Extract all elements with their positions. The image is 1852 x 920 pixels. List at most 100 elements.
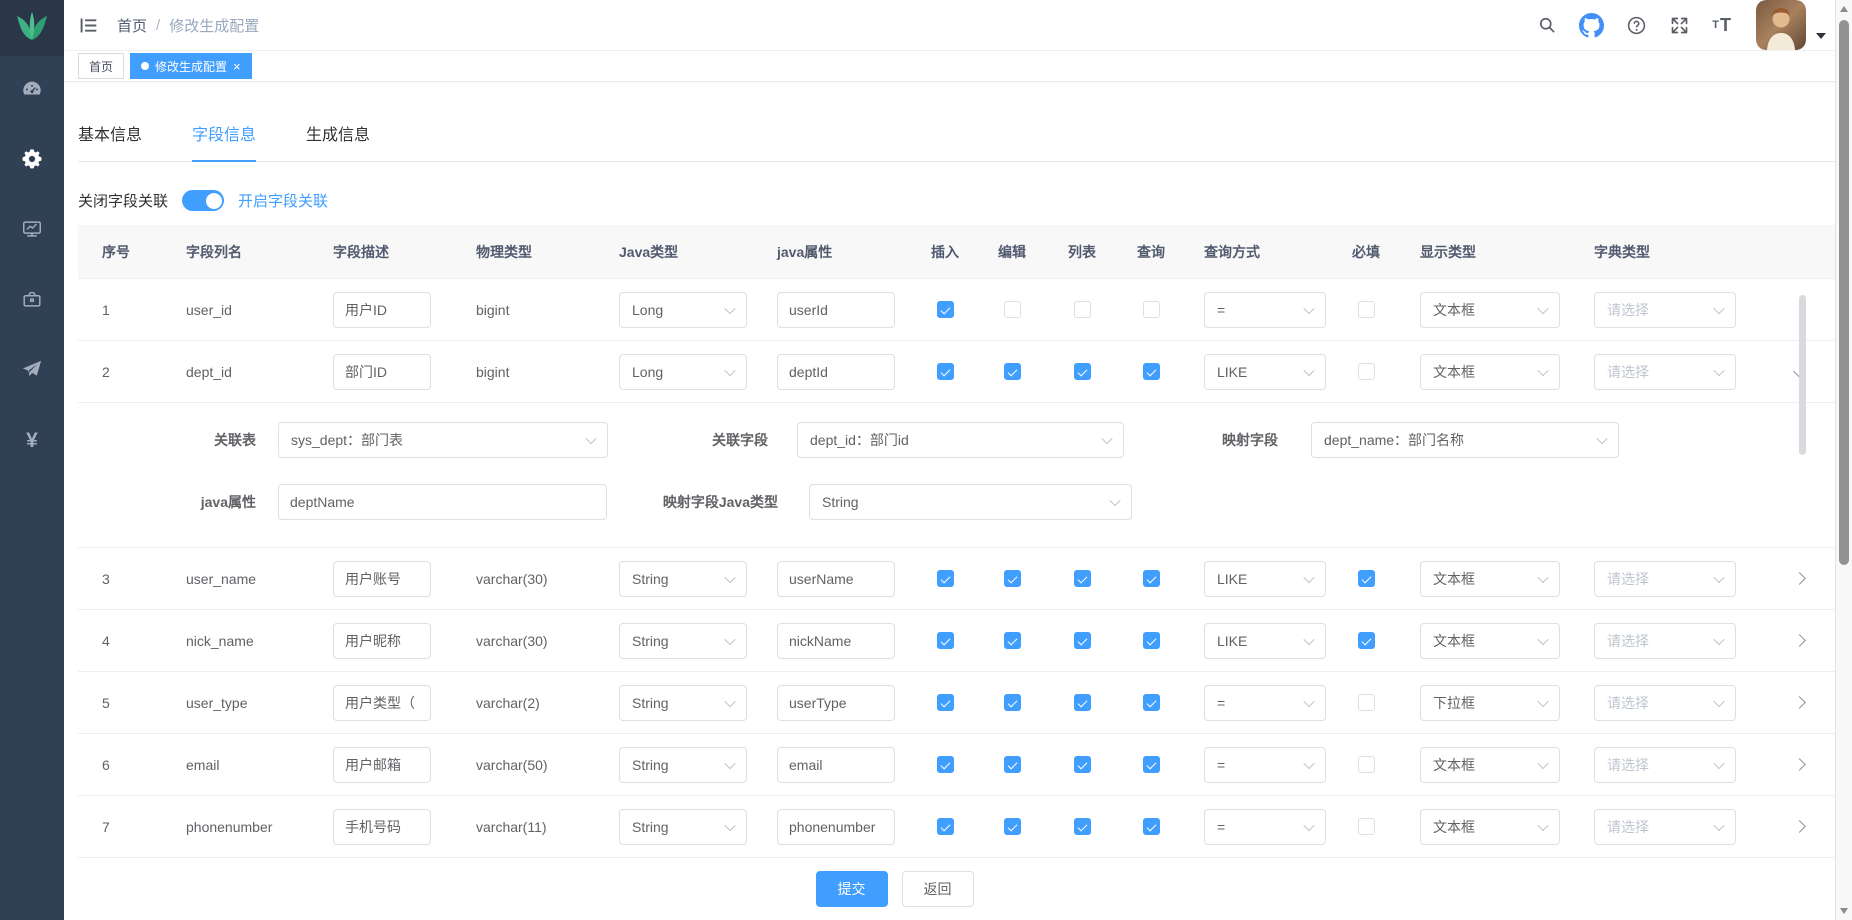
font-size-icon[interactable]: TT (1712, 15, 1732, 36)
required-checkbox[interactable] (1358, 363, 1375, 380)
dict-type-select[interactable]: 请选择 (1594, 354, 1736, 390)
edit-checkbox[interactable] (1004, 818, 1021, 835)
back-button[interactable]: 返回 (902, 871, 974, 907)
java-type-select[interactable]: String (619, 747, 747, 783)
java-type-select[interactable]: String (619, 809, 747, 845)
dict-type-select[interactable]: 请选择 (1594, 747, 1736, 783)
page-scrollbar[interactable] (1835, 0, 1852, 920)
expand-row-icon[interactable] (1793, 696, 1806, 709)
expand-row-icon[interactable] (1793, 820, 1806, 833)
table-scrollbar[interactable] (1799, 295, 1806, 455)
page-scrollbar-thumb[interactable] (1839, 20, 1849, 565)
java-type-select[interactable]: Long (619, 292, 747, 328)
scroll-up-arrow-icon[interactable] (1840, 6, 1848, 12)
insert-checkbox[interactable] (937, 756, 954, 773)
query-mode-select[interactable]: = (1204, 685, 1326, 721)
insert-checkbox[interactable] (937, 694, 954, 711)
query-checkbox[interactable] (1143, 818, 1160, 835)
query-checkbox[interactable] (1143, 363, 1160, 380)
query-mode-select[interactable]: LIKE (1204, 623, 1326, 659)
dict-type-select[interactable]: 请选择 (1594, 623, 1736, 659)
insert-checkbox[interactable] (937, 632, 954, 649)
list-checkbox[interactable] (1074, 363, 1091, 380)
caret-down-icon[interactable] (1816, 33, 1826, 39)
dict-type-select[interactable]: 请选择 (1594, 561, 1736, 597)
query-checkbox[interactable] (1143, 756, 1160, 773)
list-checkbox[interactable] (1074, 756, 1091, 773)
list-checkbox[interactable] (1074, 301, 1091, 318)
tab-basic-info[interactable]: 基本信息 (78, 108, 142, 161)
scroll-down-arrow-icon[interactable] (1840, 908, 1848, 914)
relation-field-select[interactable]: dept_id：部门id (797, 422, 1124, 458)
edit-checkbox[interactable] (1004, 363, 1021, 380)
java-property-input[interactable] (777, 561, 895, 597)
display-type-select[interactable]: 文本框 (1420, 292, 1560, 328)
user-avatar[interactable] (1756, 0, 1806, 50)
java-property-input[interactable] (777, 623, 895, 659)
dict-type-select[interactable]: 请选择 (1594, 685, 1736, 721)
description-input[interactable] (333, 747, 431, 783)
query-mode-select[interactable]: = (1204, 292, 1326, 328)
expand-row-icon[interactable] (1793, 634, 1806, 647)
java-property-input[interactable] (777, 747, 895, 783)
required-checkbox[interactable] (1358, 301, 1375, 318)
required-checkbox[interactable] (1358, 694, 1375, 711)
java-property-input[interactable] (278, 484, 607, 520)
submit-button[interactable]: 提交 (816, 871, 888, 907)
required-checkbox[interactable] (1358, 818, 1375, 835)
display-type-select[interactable]: 文本框 (1420, 354, 1560, 390)
relation-table-select[interactable]: sys_dept：部门表 (278, 422, 608, 458)
field-association-switch[interactable] (182, 190, 224, 211)
tab-field-info[interactable]: 字段信息 (192, 108, 256, 162)
sidebar-item-dashboard[interactable] (0, 56, 64, 126)
query-mode-select[interactable]: LIKE (1204, 561, 1326, 597)
breadcrumb-home[interactable]: 首页 (117, 15, 147, 36)
list-checkbox[interactable] (1074, 818, 1091, 835)
display-type-select[interactable]: 文本框 (1420, 561, 1560, 597)
sidebar-item-finance[interactable]: ¥ (0, 406, 64, 476)
sidebar-item-system-tools[interactable] (0, 126, 64, 196)
query-checkbox[interactable] (1143, 632, 1160, 649)
required-checkbox[interactable] (1358, 570, 1375, 587)
java-property-input[interactable] (777, 354, 895, 390)
required-checkbox[interactable] (1358, 756, 1375, 773)
java-type-select[interactable]: String (619, 561, 747, 597)
dict-type-select[interactable]: 请选择 (1594, 292, 1736, 328)
tag-home[interactable]: 首页 (78, 53, 124, 79)
display-type-select[interactable]: 文本框 (1420, 747, 1560, 783)
display-type-select[interactable]: 下拉框 (1420, 685, 1560, 721)
edit-checkbox[interactable] (1004, 632, 1021, 649)
query-checkbox[interactable] (1143, 694, 1160, 711)
description-input[interactable] (333, 561, 431, 597)
insert-checkbox[interactable] (937, 363, 954, 380)
list-checkbox[interactable] (1074, 570, 1091, 587)
expand-row-icon[interactable] (1793, 572, 1806, 585)
description-input[interactable] (333, 623, 431, 659)
java-type-select[interactable]: String (619, 685, 747, 721)
fullscreen-icon[interactable] (1669, 15, 1690, 36)
description-input[interactable] (333, 292, 431, 328)
edit-checkbox[interactable] (1004, 756, 1021, 773)
description-input[interactable] (333, 809, 431, 845)
description-input[interactable] (333, 354, 431, 390)
java-type-select[interactable]: Long (619, 354, 747, 390)
tag-current-page[interactable]: 修改生成配置 × (130, 53, 252, 79)
query-mode-select[interactable]: = (1204, 809, 1326, 845)
description-input[interactable] (333, 685, 431, 721)
list-checkbox[interactable] (1074, 632, 1091, 649)
insert-checkbox[interactable] (937, 818, 954, 835)
edit-checkbox[interactable] (1004, 301, 1021, 318)
map-java-type-select[interactable]: String (809, 484, 1132, 520)
sidebar-item-monitor[interactable] (0, 196, 64, 266)
edit-checkbox[interactable] (1004, 570, 1021, 587)
search-icon[interactable] (1537, 15, 1557, 35)
java-type-select[interactable]: String (619, 623, 747, 659)
java-property-input[interactable] (777, 809, 895, 845)
help-icon[interactable] (1626, 15, 1647, 36)
app-logo[interactable] (0, 0, 64, 56)
map-field-select[interactable]: dept_name：部门名称 (1311, 422, 1619, 458)
insert-checkbox[interactable] (937, 301, 954, 318)
query-mode-select[interactable]: LIKE (1204, 354, 1326, 390)
display-type-select[interactable]: 文本框 (1420, 623, 1560, 659)
list-checkbox[interactable] (1074, 694, 1091, 711)
